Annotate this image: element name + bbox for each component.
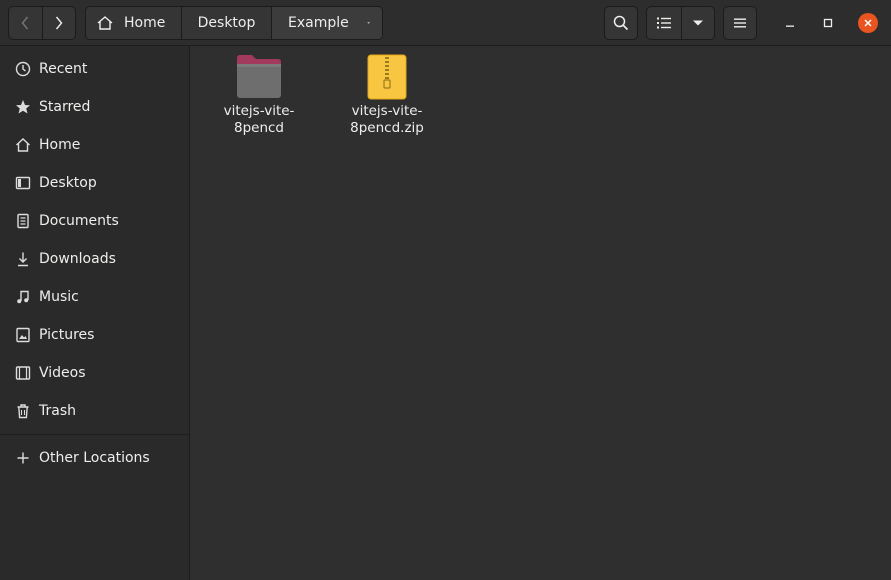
file-name-line: vitejs-vite-	[223, 103, 295, 119]
navigation-buttons	[8, 6, 76, 40]
back-button[interactable]	[9, 7, 42, 39]
star-icon	[14, 98, 32, 116]
forward-button[interactable]	[41, 7, 75, 39]
sidebar-item-label: Videos	[39, 365, 86, 381]
clock-icon	[14, 60, 32, 78]
video-icon	[14, 364, 32, 382]
main-menu-button[interactable]	[723, 6, 757, 40]
close-button[interactable]	[856, 11, 880, 35]
file-name: vitejs-vite- 8pencd.zip	[332, 103, 442, 137]
sidebar-item-recent[interactable]: Recent	[0, 50, 189, 88]
file-name-line: 8pencd	[233, 120, 284, 136]
breadcrumb-label: Example	[288, 15, 349, 31]
minimize-icon	[786, 25, 794, 27]
maximize-icon	[823, 18, 833, 28]
breadcrumb-desktop[interactable]: Desktop	[181, 7, 271, 39]
minimize-button[interactable]	[778, 11, 802, 35]
breadcrumb-label: Desktop	[197, 15, 256, 31]
sidebar-item-pictures[interactable]: Pictures	[0, 316, 189, 354]
sidebar-item-other-locations[interactable]: Other Locations	[0, 439, 189, 477]
sidebar-item-label: Trash	[39, 403, 76, 419]
trash-icon	[14, 402, 32, 420]
view-menu-button[interactable]	[680, 7, 715, 39]
sidebar-item-music[interactable]: Music	[0, 278, 189, 316]
download-icon	[14, 250, 32, 268]
file-name-line: 8pencd.zip	[350, 120, 424, 136]
sidebar-separator	[0, 434, 189, 435]
breadcrumb-label: Home	[124, 15, 166, 31]
sidebar-item-downloads[interactable]: Downloads	[0, 240, 189, 278]
close-icon	[864, 19, 872, 27]
close-circle	[858, 13, 878, 33]
breadcrumb-current[interactable]: Example	[271, 7, 382, 39]
plus-icon	[14, 449, 32, 467]
sidebar-item-label: Downloads	[39, 251, 116, 267]
hamburger-icon	[734, 18, 746, 28]
file-item-archive[interactable]: vitejs-vite- 8pencd.zip	[332, 54, 442, 137]
sidebar-item-label: Home	[39, 137, 81, 153]
document-icon	[14, 212, 32, 230]
sidebar-item-label: Other Locations	[39, 450, 150, 466]
search-icon	[613, 15, 629, 31]
sidebar-item-label: Recent	[39, 61, 88, 77]
sidebar-item-label: Documents	[39, 213, 119, 229]
folder-icon	[237, 55, 281, 98]
file-name: vitejs-vite- 8pencd	[204, 103, 314, 137]
file-view: vitejs-vite- 8pencd vitejs-vite- 8pencd.…	[190, 46, 891, 580]
sidebar-item-label: Music	[39, 289, 79, 305]
sidebar-item-documents[interactable]: Documents	[0, 202, 189, 240]
sidebar-item-label: Starred	[39, 99, 91, 115]
file-manager-window: Home Desktop Example Recent Starred Home…	[0, 0, 891, 580]
caret-down-icon	[692, 20, 703, 26]
maximize-button[interactable]	[816, 11, 840, 35]
sidebar-item-trash[interactable]: Trash	[0, 392, 189, 430]
file-item-folder[interactable]: vitejs-vite- 8pencd	[204, 54, 314, 137]
breadcrumb-home[interactable]: Home	[86, 7, 181, 39]
home-icon	[14, 136, 32, 154]
header-bar: Home Desktop Example	[0, 0, 891, 46]
sidebar-item-label: Desktop	[39, 175, 97, 191]
chevron-right-icon	[55, 16, 63, 30]
sidebar-item-home[interactable]: Home	[0, 126, 189, 164]
sidebar-item-starred[interactable]: Starred	[0, 88, 189, 126]
search-button[interactable]	[604, 6, 638, 40]
home-icon	[97, 16, 113, 30]
caret-down-icon	[367, 22, 370, 24]
list-view-button[interactable]	[647, 7, 681, 39]
picture-icon	[14, 326, 32, 344]
view-options	[646, 6, 715, 40]
sidebar-item-desktop[interactable]: Desktop	[0, 164, 189, 202]
list-view-icon	[656, 17, 671, 29]
zip-archive-icon	[367, 54, 407, 100]
sidebar: Recent Starred Home Desktop Documents Do…	[0, 46, 190, 580]
sidebar-item-label: Pictures	[39, 327, 95, 343]
sidebar-item-videos[interactable]: Videos	[0, 354, 189, 392]
chevron-left-icon	[22, 16, 29, 30]
file-name-line: vitejs-vite-	[351, 103, 423, 119]
breadcrumb: Home Desktop Example	[85, 6, 383, 40]
music-icon	[14, 288, 32, 306]
desktop-icon	[14, 174, 32, 192]
